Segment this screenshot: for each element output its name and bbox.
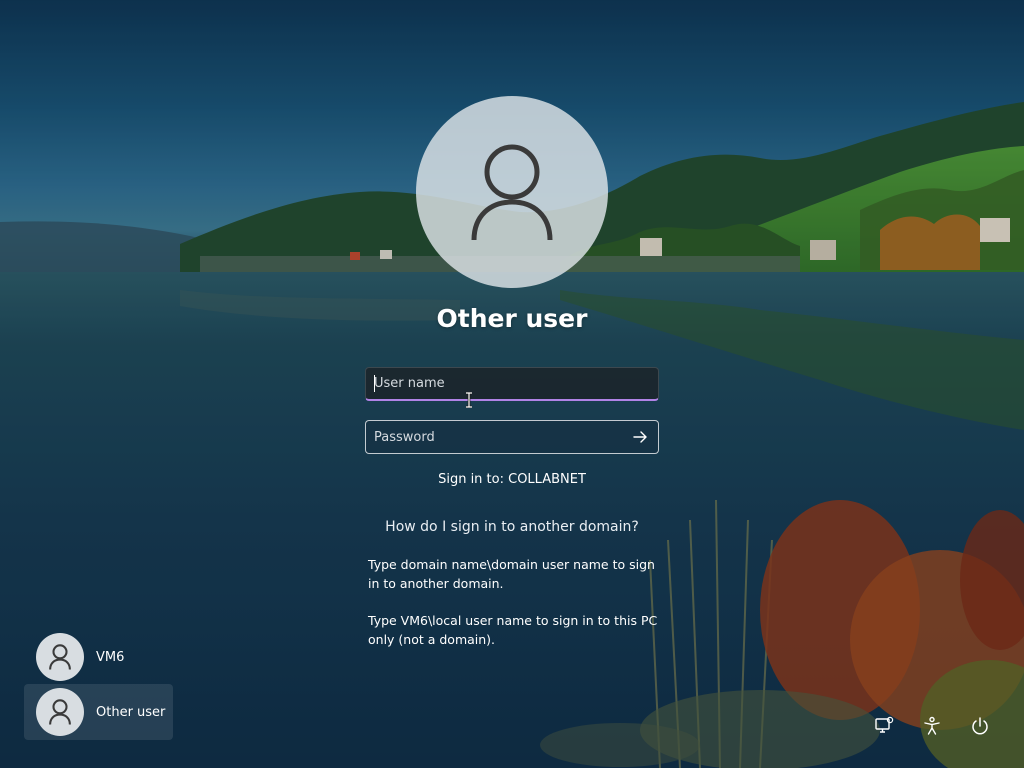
username-field-box[interactable] bbox=[365, 367, 659, 401]
user-item-label: Other user bbox=[96, 704, 166, 720]
user-icon bbox=[471, 144, 553, 241]
avatar bbox=[36, 688, 84, 736]
help-text-local: Type VM6\local user name to sign in to t… bbox=[368, 613, 658, 647]
accessibility-button[interactable] bbox=[921, 715, 943, 737]
accessibility-icon bbox=[924, 716, 940, 735]
help-link[interactable]: How do I sign in to another domain? bbox=[312, 519, 712, 535]
user-avatar-large bbox=[416, 96, 608, 288]
username-input[interactable] bbox=[366, 368, 658, 399]
ibeam-cursor-icon bbox=[466, 392, 472, 408]
power-button[interactable] bbox=[969, 715, 991, 737]
user-icon bbox=[49, 699, 71, 725]
password-input[interactable] bbox=[366, 421, 658, 453]
user-item-label: VM6 bbox=[96, 649, 125, 665]
page-title: Other user bbox=[436, 304, 588, 333]
user-item-vm6[interactable]: VM6 bbox=[24, 629, 173, 685]
network-icon bbox=[875, 716, 894, 733]
signin-domain-text: Sign in to: COLLABNET bbox=[438, 472, 586, 487]
user-icon bbox=[49, 644, 71, 670]
power-icon bbox=[972, 717, 988, 735]
user-item-other-user[interactable]: Other user bbox=[24, 684, 173, 740]
help-text-domain: Type domain name\domain user name to sig… bbox=[368, 557, 655, 591]
lock-screen: Other user Sign in to: COLLABNET How do … bbox=[0, 0, 1024, 768]
network-button[interactable] bbox=[873, 715, 895, 737]
submit-arrow-icon[interactable] bbox=[632, 429, 648, 445]
password-field-box[interactable] bbox=[365, 420, 659, 454]
text-caret bbox=[374, 375, 375, 392]
avatar bbox=[36, 633, 84, 681]
